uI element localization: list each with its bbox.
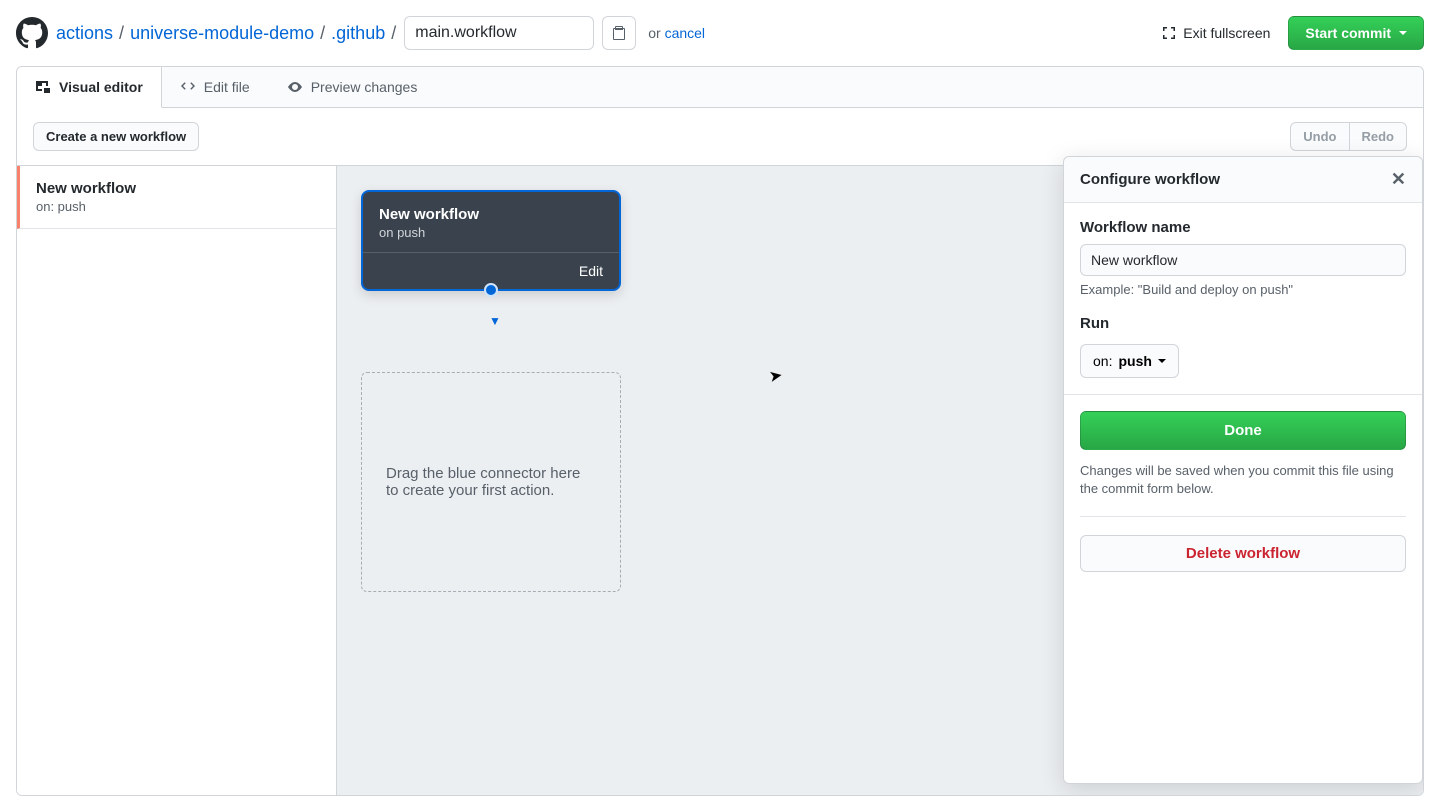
node-sub: on push xyxy=(379,225,603,240)
github-logo-icon[interactable] xyxy=(16,17,48,49)
breadcrumb-dir[interactable]: .github xyxy=(331,23,385,44)
done-button[interactable]: Done xyxy=(1080,411,1406,450)
drop-hint-text: Drag the blue connector here to create y… xyxy=(386,465,596,499)
panel-title: Configure workflow xyxy=(1080,171,1220,188)
breadcrumb: actions / universe-module-demo / .github… xyxy=(56,23,396,44)
create-workflow-button[interactable]: Create a new workflow xyxy=(33,122,199,151)
configure-panel: Configure workflow ✕ Workflow name Examp… xyxy=(1063,156,1423,784)
delete-workflow-button[interactable]: Delete workflow xyxy=(1080,535,1406,572)
editor-tabs: Visual editor Edit file Preview changes xyxy=(17,67,1423,108)
breadcrumb-sep: / xyxy=(119,23,124,44)
workflow-list-sidebar: New workflow on: push xyxy=(17,166,337,795)
workflow-name-label: Workflow name xyxy=(1080,219,1406,236)
tab-edit-file[interactable]: Edit file xyxy=(162,67,269,107)
filename-input[interactable] xyxy=(404,16,594,50)
redo-button[interactable]: Redo xyxy=(1350,122,1408,151)
copy-path-button[interactable] xyxy=(602,16,636,50)
code-icon xyxy=(180,79,196,95)
breadcrumb-sep: / xyxy=(320,23,325,44)
cursor-icon: ➤ xyxy=(767,365,784,387)
start-commit-button[interactable]: Start commit xyxy=(1288,16,1424,50)
undo-button[interactable]: Undo xyxy=(1290,122,1349,151)
run-trigger-select[interactable]: on: push xyxy=(1080,344,1179,378)
clipboard-icon xyxy=(611,25,627,41)
breadcrumb-org[interactable]: actions xyxy=(56,23,113,44)
sidebar-item-workflow[interactable]: New workflow on: push xyxy=(17,166,336,229)
breadcrumb-sep: / xyxy=(391,23,396,44)
connector-arrow-icon: ▼ xyxy=(489,314,501,328)
save-hint: Changes will be saved when you commit th… xyxy=(1080,462,1406,498)
caret-down-icon xyxy=(1399,31,1407,35)
collapse-icon xyxy=(1161,25,1177,41)
run-label: Run xyxy=(1080,315,1406,332)
eye-icon xyxy=(287,79,303,95)
workflow-name-hint: Example: "Build and deploy on push" xyxy=(1080,282,1406,297)
connector-handle[interactable] xyxy=(484,283,498,297)
workflow-canvas[interactable]: New workflow on push Edit ▼ Drag the blu… xyxy=(337,166,1423,795)
sidebar-item-sub: on: push xyxy=(36,199,320,214)
breadcrumb-repo[interactable]: universe-module-demo xyxy=(130,23,314,44)
workflow-node[interactable]: New workflow on push Edit xyxy=(361,190,621,291)
cancel-link[interactable]: cancel xyxy=(665,25,705,41)
workflow-name-input[interactable] xyxy=(1080,244,1406,276)
drop-target[interactable]: Drag the blue connector here to create y… xyxy=(361,372,621,592)
tab-preview-changes[interactable]: Preview changes xyxy=(269,67,437,107)
or-cancel: or cancel xyxy=(648,25,705,41)
node-title: New workflow xyxy=(379,206,603,223)
caret-down-icon xyxy=(1158,359,1166,363)
sidebar-item-title: New workflow xyxy=(36,180,320,197)
workflow-icon xyxy=(35,79,51,95)
exit-fullscreen-button[interactable]: Exit fullscreen xyxy=(1151,19,1280,47)
tab-visual-editor[interactable]: Visual editor xyxy=(17,67,162,108)
close-icon[interactable]: ✕ xyxy=(1391,169,1406,190)
